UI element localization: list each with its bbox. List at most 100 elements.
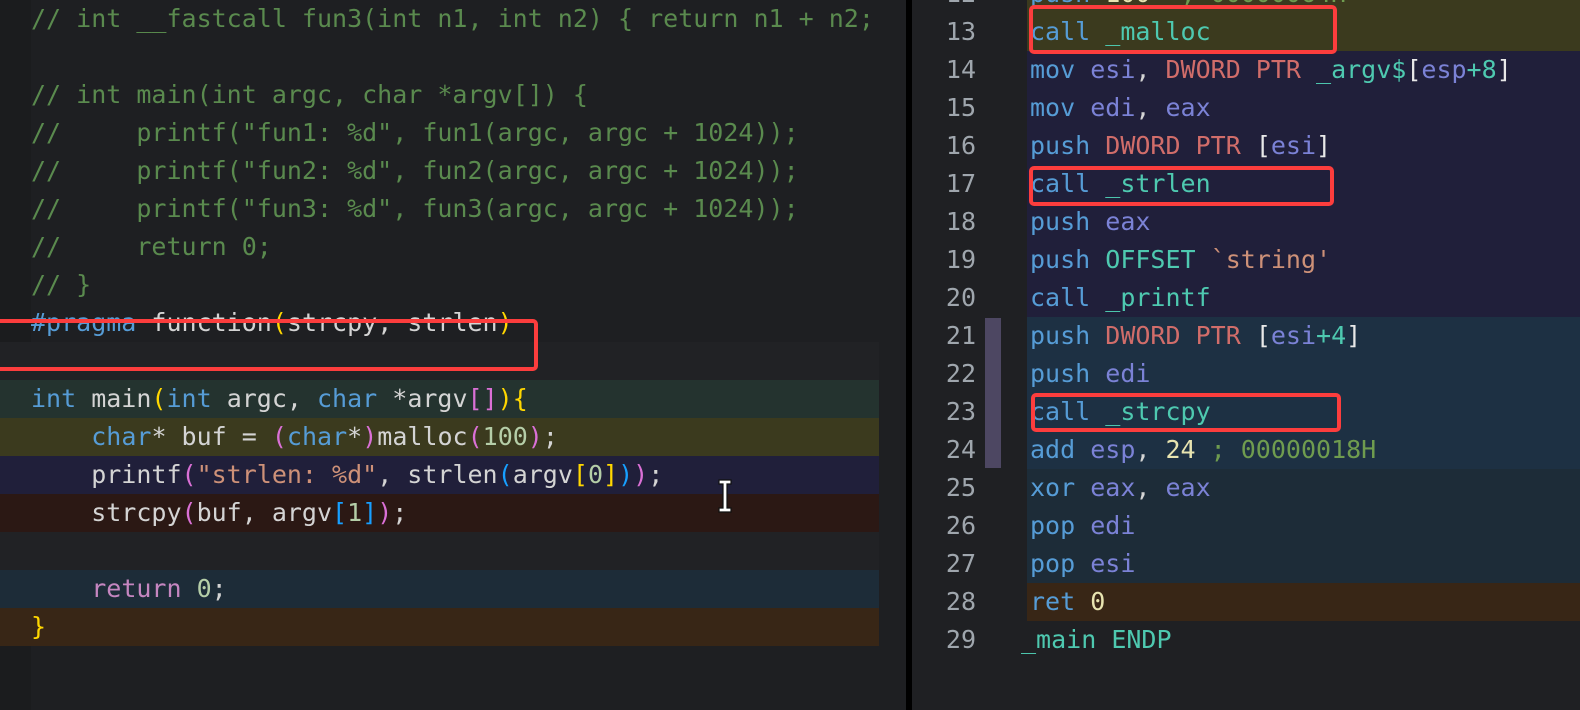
c-source-line[interactable]: strcpy(buf, argv[1]); xyxy=(0,494,880,532)
assembly-line[interactable]: 23 call _strcpy xyxy=(912,393,1580,431)
assembly-code-lines[interactable]: 12 push 100 ; 00000064H 13 call _malloc 14 mo… xyxy=(912,0,1580,659)
c-source-line[interactable]: char* buf = (char*)malloc(100); xyxy=(0,418,880,456)
assembly-line[interactable]: 13 call _malloc xyxy=(912,13,1580,51)
asm-token: _malloc xyxy=(1105,17,1211,46)
code-token: ; xyxy=(648,460,664,489)
c-source-code-lines[interactable]: // int __fastcall fun3(int n1, int n2) {… xyxy=(0,0,880,710)
assembly-line-number: 27 xyxy=(945,549,976,578)
assembly-line-text: push 100 ; 00000064H xyxy=(1027,0,1346,13)
assembly-line-text: push DWORD PTR [esi] xyxy=(1027,127,1331,165)
c-source-line[interactable] xyxy=(0,342,880,380)
assembly-line-number: 21 xyxy=(945,321,976,350)
c-source-line[interactable]: printf("strlen: %d", strlen(argv[0])); xyxy=(0,456,880,494)
asm-token xyxy=(1090,359,1105,388)
assembly-line[interactable]: 12 push 100 ; 00000064H xyxy=(912,0,1580,13)
c-source-line[interactable] xyxy=(0,38,880,76)
asm-token: esp xyxy=(1090,435,1136,464)
asm-token: push xyxy=(1030,0,1090,8)
assembly-line[interactable]: 28 ret 0 xyxy=(912,583,1580,621)
asm-token xyxy=(1301,55,1316,84)
assembly-line[interactable]: 21 push DWORD PTR [esi+4] xyxy=(912,317,1580,355)
asm-token: call xyxy=(1030,17,1091,46)
code-token: strcpy xyxy=(31,498,182,527)
c-source-line[interactable]: // } xyxy=(0,266,880,304)
assembly-line-text: add esp, 24 ; 00000018H xyxy=(1027,431,1376,469)
assembly-line-number: 23 xyxy=(945,397,976,426)
c-source-line[interactable]: int main(int argc, char *argv[]){ xyxy=(0,380,880,418)
assembly-output-pane[interactable]: 12 push 100 ; 00000064H 13 call _malloc 14 mo… xyxy=(912,0,1580,710)
asm-token: `string' xyxy=(1210,245,1332,274)
c-source-line[interactable]: return 0; xyxy=(0,570,880,608)
asm-token: DWORD PTR xyxy=(1165,55,1301,84)
asm-token: ENDP xyxy=(1111,625,1172,654)
c-source-line[interactable]: // printf("fun3: %d", fun3(argc, argc + … xyxy=(0,190,880,228)
code-token: argc, xyxy=(211,384,317,413)
assembly-line[interactable]: 19 push OFFSET `string' xyxy=(912,241,1580,279)
code-token: ] xyxy=(603,460,619,489)
assembly-line[interactable]: 26 pop edi xyxy=(912,507,1580,545)
asm-token xyxy=(1075,473,1090,502)
code-token: ) xyxy=(362,422,378,451)
code-token: int xyxy=(31,384,77,413)
asm-token: esi xyxy=(1270,131,1317,160)
asm-token: _argv$ xyxy=(1316,55,1407,84)
c-source-line[interactable]: // int main(int argc, char *argv[]) { xyxy=(0,76,880,114)
asm-token: 100 xyxy=(1105,0,1150,8)
assembly-line[interactable]: 17 call _strlen xyxy=(912,165,1580,203)
asm-token: mov xyxy=(1030,93,1076,122)
code-token: argv xyxy=(512,460,573,489)
assembly-line-number: 26 xyxy=(945,511,976,540)
assembly-line[interactable]: 27 pop esi xyxy=(912,545,1580,583)
assembly-line-text: push OFFSET `string' xyxy=(1027,241,1331,279)
code-token: ) xyxy=(497,384,513,413)
asm-token: esi xyxy=(1090,55,1136,84)
c-source-line[interactable] xyxy=(0,532,880,570)
asm-token: pop xyxy=(1030,549,1076,578)
asm-token: push xyxy=(1030,321,1091,350)
assembly-line[interactable]: 20 call _printf xyxy=(912,279,1580,317)
code-token: 1 xyxy=(347,498,363,527)
assembly-line[interactable]: 24 add esp, 24 ; 00000018H xyxy=(912,431,1580,469)
asm-token: ; 00000064H xyxy=(1181,0,1347,8)
asm-token xyxy=(1090,207,1105,236)
assembly-line[interactable]: 25 xor eax, eax xyxy=(912,469,1580,507)
assembly-line-number: 24 xyxy=(945,435,976,464)
code-token: ) xyxy=(527,422,543,451)
asm-token: 24 xyxy=(1165,435,1196,464)
assembly-line-text: pop esi xyxy=(1027,545,1135,583)
c-source-line[interactable]: // printf("fun2: %d", fun2(argc, argc + … xyxy=(0,152,880,190)
c-source-line[interactable]: #pragma function(strcpy, strlen) xyxy=(0,304,880,342)
left-editor-scrollbar-track[interactable] xyxy=(879,0,906,710)
asm-token: push xyxy=(1030,359,1091,388)
assembly-line[interactable]: 14 mov esi, DWORD PTR _argv$[esp+8] xyxy=(912,51,1580,89)
c-source-line[interactable]: // return 0; xyxy=(0,228,880,266)
assembly-scrollbar-thumb[interactable] xyxy=(985,318,1001,468)
asm-token: ; 00000018H xyxy=(1210,435,1377,464)
asm-token xyxy=(1090,0,1105,8)
c-source-line[interactable]: // printf("fun1: %d", fun1(argc, argc + … xyxy=(0,114,880,152)
assembly-line[interactable]: 18 push eax xyxy=(912,203,1580,241)
c-source-line[interactable]: } xyxy=(0,608,880,646)
assembly-line-number: 14 xyxy=(945,55,976,84)
assembly-line[interactable]: 29 _main ENDP xyxy=(912,621,1580,659)
asm-token: ] xyxy=(1316,131,1332,160)
assembly-line[interactable]: 16 push DWORD PTR [esi] xyxy=(912,127,1580,165)
asm-token: +8 xyxy=(1466,55,1497,84)
code-token: function xyxy=(136,308,272,337)
code-token: ( xyxy=(497,460,513,489)
code-token: ; xyxy=(392,498,408,527)
asm-token: ] xyxy=(1496,55,1512,84)
c-source-line[interactable]: // int __fastcall fun3(int n1, int n2) {… xyxy=(0,0,880,38)
code-token: [ xyxy=(572,460,588,489)
assembly-line-text: push eax xyxy=(1027,203,1150,241)
asm-token xyxy=(1150,0,1180,8)
c-source-editor-pane[interactable]: // int __fastcall fun3(int n1, int n2) {… xyxy=(0,0,906,710)
assembly-line[interactable]: 22 push edi xyxy=(912,355,1580,393)
asm-token xyxy=(1196,435,1211,464)
assembly-line[interactable]: 15 mov edi, eax xyxy=(912,89,1580,127)
screenshot-root: // int __fastcall fun3(int n1, int n2) {… xyxy=(0,0,1580,710)
code-token: int xyxy=(166,384,212,413)
assembly-line-number: 12 xyxy=(912,0,976,13)
asm-token xyxy=(1075,93,1090,122)
